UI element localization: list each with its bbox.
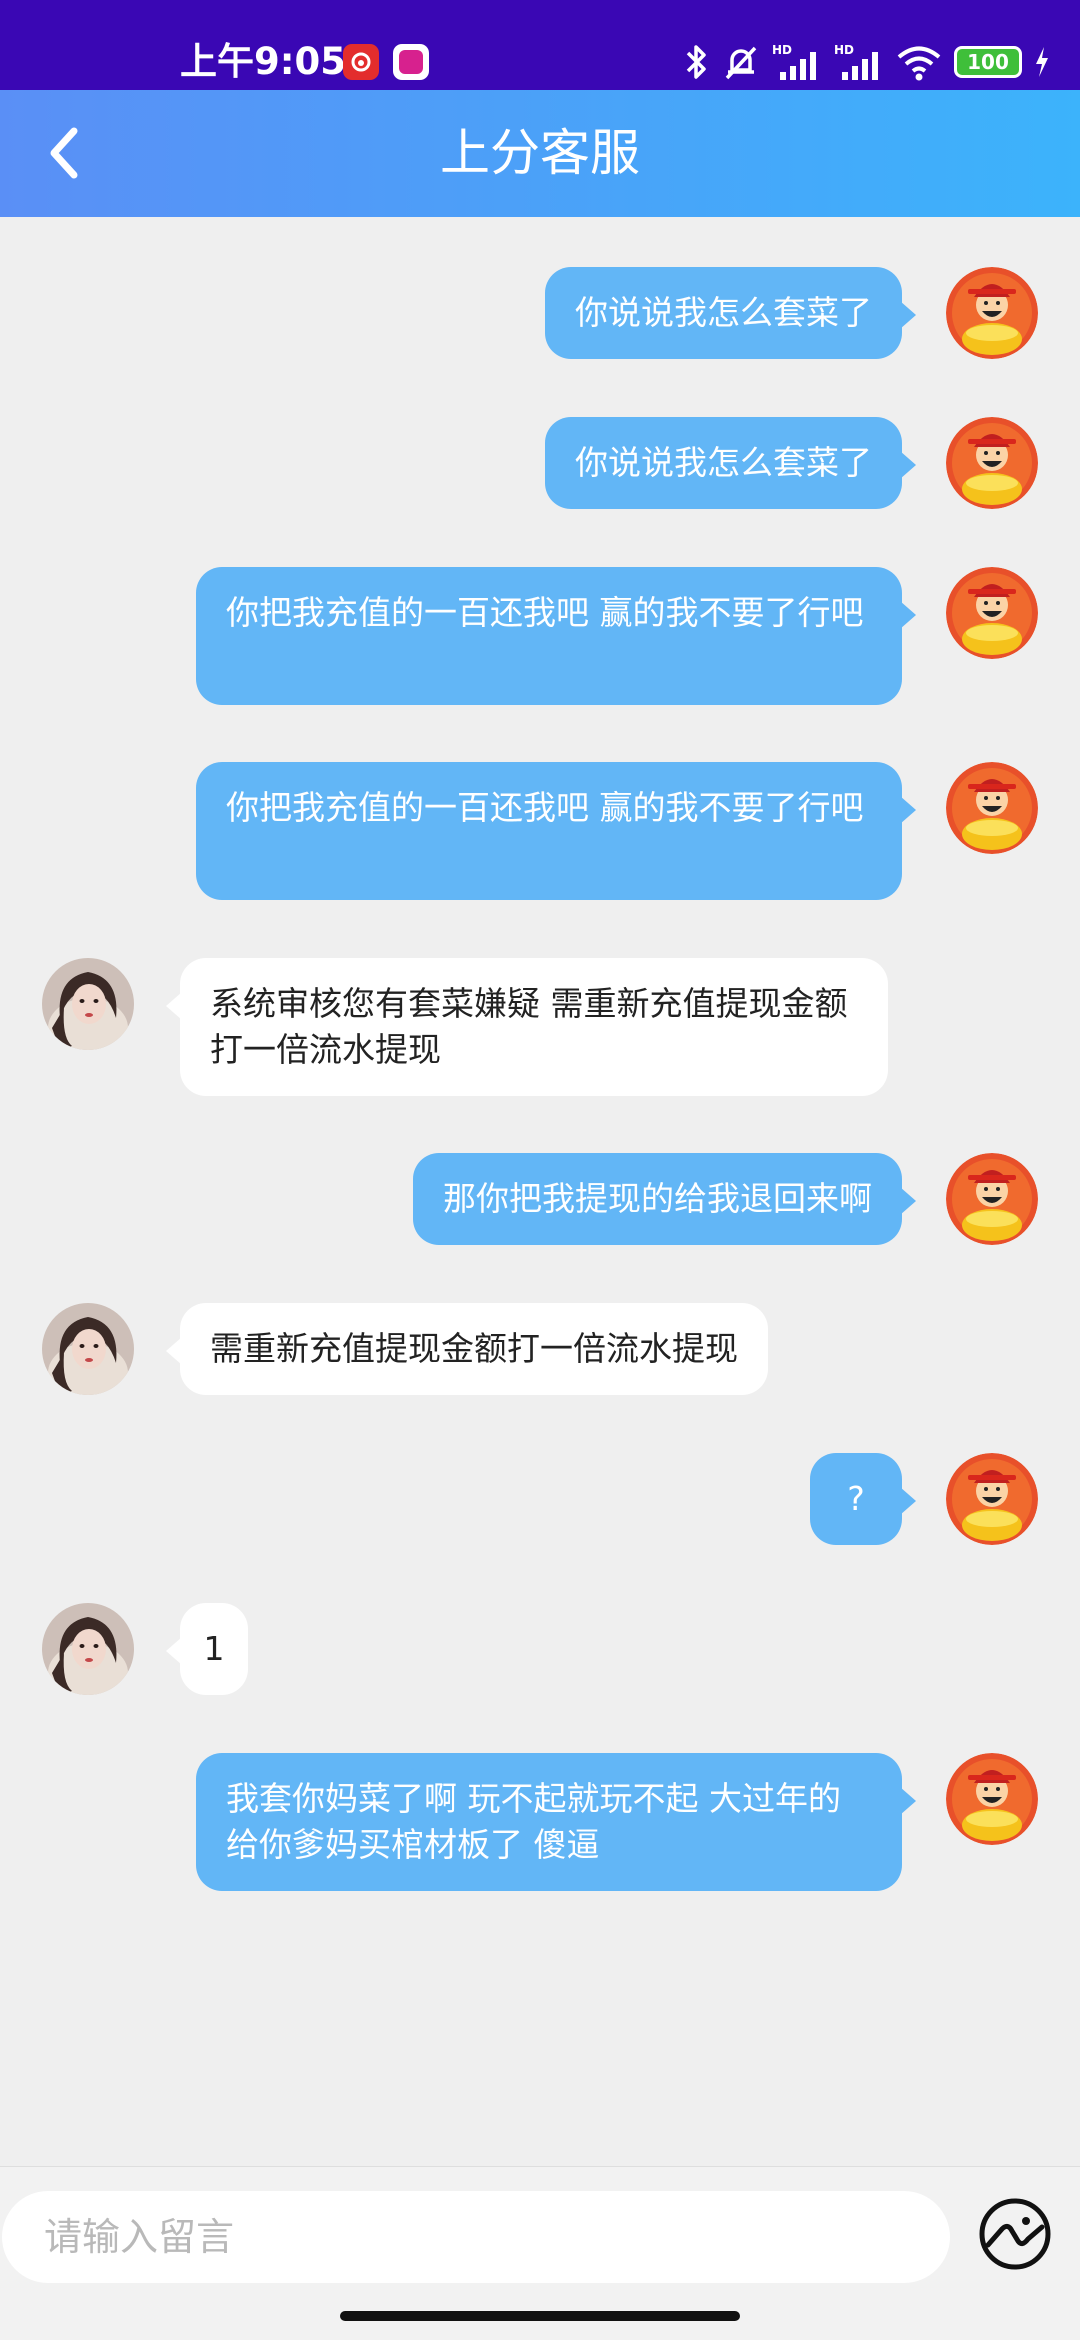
chevron-left-icon <box>50 127 78 179</box>
svg-text:HD: HD <box>772 43 792 57</box>
status-time: 上午9:05 <box>180 40 347 83</box>
message-row-outgoing: 你把我充值的一百还我吧 赢的我不要了行吧 <box>0 567 1080 705</box>
message-bubble-outgoing[interactable]: 我套你妈菜了啊 玩不起就玩不起 大过年的给你爹妈买棺材板了 傻逼 <box>196 1753 916 1891</box>
message-row-outgoing: 你把我充值的一百还我吧 赢的我不要了行吧 <box>0 762 1080 900</box>
user-avatar[interactable] <box>946 1153 1038 1245</box>
user-avatar[interactable] <box>946 567 1038 659</box>
battery-icon: 100 <box>954 46 1022 78</box>
back-button[interactable] <box>34 120 94 186</box>
message-bubble-outgoing[interactable]: 那你把我提现的给我退回来啊 <box>413 1153 916 1245</box>
signal-hd-icon-2: HD <box>834 43 878 80</box>
bluetooth-icon <box>686 45 706 79</box>
message-row-outgoing: ? <box>0 1453 1080 1545</box>
agent-avatar[interactable] <box>42 1303 134 1395</box>
user-avatar[interactable] <box>946 1753 1038 1845</box>
message-list[interactable]: 你说说我怎么套菜了 你说说我怎么套菜了 你把我充值的一百还我吧 赢的我不要了行吧… <box>0 217 1080 2167</box>
image-picker-icon <box>979 2198 1051 2270</box>
user-avatar[interactable] <box>946 1453 1038 1545</box>
shopping-app-icon <box>393 44 429 80</box>
message-bubble-outgoing[interactable]: 你把我充值的一百还我吧 赢的我不要了行吧 <box>196 567 916 705</box>
svg-text:HD: HD <box>834 43 854 57</box>
message-row-incoming: 系统审核您有套菜嫌疑 需重新充值提现金额打一倍流水提现 <box>0 958 1080 1096</box>
status-bar: 上午9:05 HD HD 100 <box>0 0 1080 90</box>
charging-icon <box>1036 47 1048 77</box>
battery-level: 100 <box>967 50 1009 74</box>
message-row-outgoing: 你说说我怎么套菜了 <box>0 267 1080 359</box>
message-bubble-incoming[interactable]: 1 <box>166 1603 248 1695</box>
message-bubble-incoming[interactable]: 系统审核您有套菜嫌疑 需重新充值提现金额打一倍流水提现 <box>166 958 888 1096</box>
wifi-icon <box>897 46 941 81</box>
agent-avatar[interactable] <box>42 1603 134 1695</box>
composer-bar: 请输入留言 <box>0 2166 1080 2340</box>
message-row-outgoing: 我套你妈菜了啊 玩不起就玩不起 大过年的给你爹妈买棺材板了 傻逼 <box>0 1753 1080 1891</box>
status-icons: HD HD 100 <box>684 38 1050 86</box>
message-input[interactable]: 请输入留言 <box>2 2191 950 2283</box>
message-row-incoming: 1 <box>0 1603 1080 1695</box>
message-bubble-outgoing[interactable]: 你把我充值的一百还我吧 赢的我不要了行吧 <box>196 762 916 900</box>
user-avatar[interactable] <box>946 762 1038 854</box>
message-bubble-incoming[interactable]: 需重新充值提现金额打一倍流水提现 <box>166 1303 768 1395</box>
agent-avatar[interactable] <box>42 958 134 1050</box>
page-title: 上分客服 <box>440 125 640 181</box>
message-bubble-outgoing[interactable]: ? <box>810 1453 916 1545</box>
message-row-outgoing: 那你把我提现的给我退回来啊 <box>0 1153 1080 1245</box>
user-avatar[interactable] <box>946 267 1038 359</box>
home-indicator[interactable] <box>340 2311 740 2321</box>
signal-hd-icon: HD <box>772 43 816 80</box>
message-bubble-outgoing[interactable]: 你说说我怎么套菜了 <box>545 417 916 509</box>
chat-header: 上分客服 <box>0 90 1080 217</box>
message-row-incoming: 需重新充值提现金额打一倍流水提现 <box>0 1303 1080 1395</box>
mute-bell-icon <box>725 46 757 80</box>
user-avatar[interactable] <box>946 417 1038 509</box>
image-picker-button[interactable] <box>978 2197 1052 2271</box>
message-bubble-outgoing[interactable]: 你说说我怎么套菜了 <box>545 267 916 359</box>
message-row-outgoing: 你说说我怎么套菜了 <box>0 417 1080 509</box>
netease-music-icon <box>343 44 379 80</box>
